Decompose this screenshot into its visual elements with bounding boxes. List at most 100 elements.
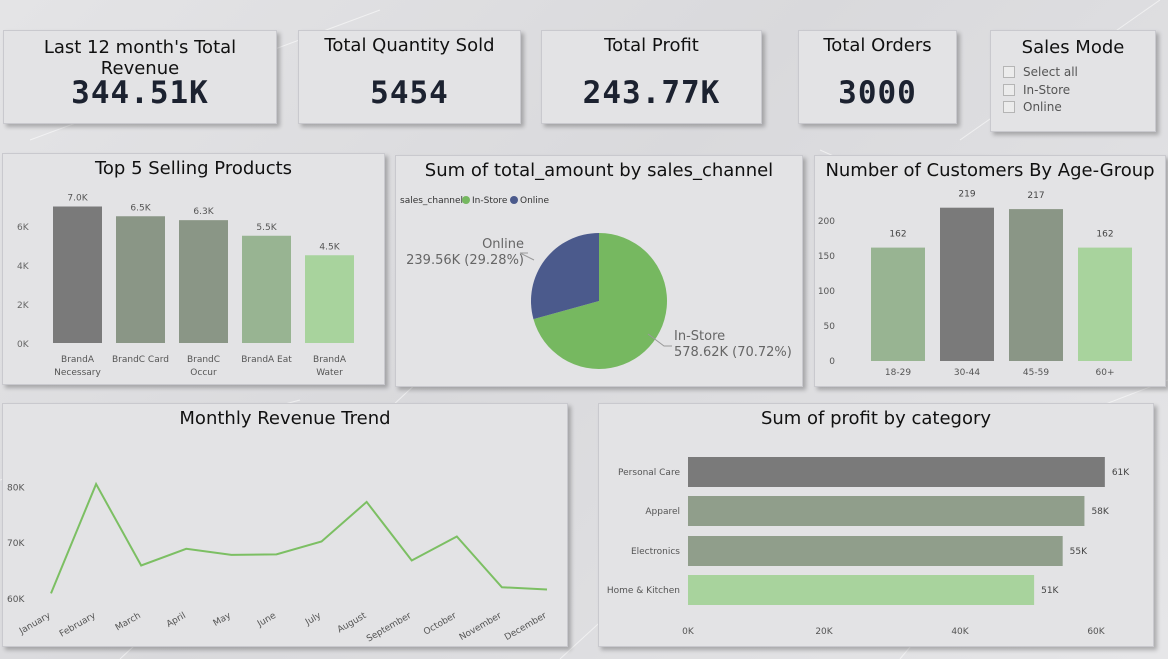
bar	[116, 216, 165, 343]
data-label: 51K	[1041, 586, 1059, 596]
top5-products-chart: 0K 2K 4K 6K 7.0K BrandA Necessary 6.5K BrandC Ca…	[17, 194, 354, 378]
monthly-revenue-chart-card: Monthly Revenue Trend 60K 70K 80K January Fe…	[2, 403, 568, 647]
sales-channel-chart-card: Sum of total_amount by sales_channel sal…	[395, 155, 803, 387]
y-tick-label: 200	[818, 217, 835, 227]
profit-category-bar-chart: Personal Care 61K Apparel 58K Electronics 55K…	[607, 457, 1130, 637]
slice-label: 239.56K (29.28%)	[406, 253, 524, 268]
checkbox-icon[interactable]	[1003, 66, 1015, 78]
kpi-title: Last 12 month's Total Revenue	[43, 37, 237, 79]
x-tick-label: Water	[316, 368, 343, 378]
checkbox-icon[interactable]	[1003, 101, 1015, 113]
top5-products-chart-card: Top 5 Selling Products 0K 2K 4K 6K 7.0K Brand…	[2, 153, 385, 385]
kpi-card-quantity: Total Quantity Sold 5454	[298, 30, 521, 124]
x-tick-label: BrandA	[61, 355, 95, 365]
sales-channel-pie-chart: sales_channel In-Store OnlineIn-Store578.6…	[400, 196, 792, 369]
kpi-value: 243.77K	[582, 75, 721, 111]
y-tick-label: 0K	[17, 340, 30, 350]
bar	[871, 247, 925, 361]
y-tick-label: Electronics	[631, 547, 680, 557]
y-tick-label: 100	[818, 287, 835, 297]
slicer-option-label: In-Store	[1023, 83, 1071, 97]
x-tick-label: BrandA	[313, 355, 347, 365]
x-tick-label: June	[255, 611, 278, 630]
age-group-chart: 0 50 100 150 200 162 18-29 219 30-44 217 45-59 162 6…	[818, 190, 1132, 378]
x-tick-label: 18-29	[885, 368, 911, 378]
bar	[53, 206, 102, 343]
bar	[688, 536, 1063, 566]
sales-mode-slicer: Sales Mode Select all In-Store Online	[990, 30, 1156, 132]
x-tick-label: 0K	[682, 627, 695, 637]
kpi-title: Total Quantity Sold	[324, 35, 495, 56]
bar	[1078, 247, 1132, 361]
data-label: 6.3K	[193, 207, 214, 217]
legend-label: Online	[520, 196, 549, 206]
y-tick-label: 50	[824, 322, 836, 332]
kpi-title: Total Profit	[604, 35, 699, 56]
x-tick-label: Necessary	[54, 368, 101, 378]
slicer-option-in-store[interactable]: In-Store	[1003, 83, 1070, 97]
legend-label: In-Store	[472, 196, 508, 206]
y-tick-label: 2K	[17, 301, 30, 311]
x-tick-label: April	[165, 611, 188, 630]
data-label: 58K	[1091, 507, 1109, 517]
data-label: 162	[889, 230, 906, 240]
x-tick-label: 45-59	[1023, 368, 1049, 378]
x-tick-label: Occur	[190, 368, 217, 378]
x-tick-label: 60+	[1096, 368, 1115, 378]
x-tick-label: March	[114, 611, 143, 633]
kpi-value: 3000	[838, 75, 917, 111]
kpi-title: Total Orders	[823, 35, 932, 56]
legend-marker	[462, 196, 470, 204]
data-label: 6.5K	[130, 203, 151, 213]
data-label: 5.5K	[256, 223, 277, 233]
x-tick-label: August	[336, 611, 369, 636]
x-tick-label: BrandC Card	[112, 355, 169, 365]
y-tick-label: 0	[829, 357, 835, 367]
x-tick-label: December	[503, 611, 549, 643]
x-tick-label: February	[58, 611, 98, 640]
kpi-card-orders: Total Orders 3000	[798, 30, 957, 124]
bar	[1009, 209, 1063, 361]
y-tick-label: 80K	[7, 483, 25, 493]
y-tick-label: 4K	[17, 262, 30, 272]
kpi-card-revenue: Last 12 month's Total Revenue 344.51K	[3, 30, 277, 124]
x-tick-label: BrandA Eat	[241, 355, 292, 365]
slicer-option-select-all[interactable]: Select all	[1003, 65, 1078, 79]
slicer-option-label: Online	[1023, 100, 1062, 114]
data-label: 162	[1096, 230, 1113, 240]
checkbox-icon[interactable]	[1003, 84, 1015, 96]
bar	[305, 255, 354, 343]
bar	[688, 496, 1085, 526]
slicer-option-online[interactable]: Online	[1003, 100, 1062, 114]
revenue-line	[50, 481, 548, 594]
slicer-option-label: Select all	[1023, 65, 1078, 79]
slicer-title: Sales Mode	[1021, 37, 1125, 58]
y-tick-label: Personal Care	[618, 468, 680, 478]
profit-category-chart-card: Sum of profit by category Personal Care 6…	[598, 403, 1154, 647]
x-tick-label: July	[303, 611, 323, 629]
slice-name: In-Store	[674, 329, 725, 344]
bar	[179, 220, 228, 343]
data-label: 219	[958, 190, 975, 200]
x-tick-label: October	[422, 611, 458, 638]
bar	[940, 207, 994, 361]
x-tick-label: May	[212, 611, 234, 629]
bar	[242, 235, 291, 343]
slice-name: Online	[482, 237, 524, 252]
legend-marker	[510, 196, 518, 204]
x-tick-label: September	[365, 611, 413, 645]
x-tick-label: January	[17, 611, 53, 638]
y-tick-label: 60K	[7, 595, 25, 605]
data-label: 55K	[1070, 547, 1088, 557]
data-label: 217	[1027, 191, 1044, 201]
x-tick-label: 40K	[951, 627, 969, 637]
kpi-value: 344.51K	[71, 75, 209, 111]
y-tick-label: 70K	[7, 539, 25, 549]
kpi-card-profit: Total Profit 243.77K	[541, 30, 762, 124]
monthly-revenue-line-chart: 60K 70K 80K January February March April May Jun…	[7, 481, 549, 645]
x-tick-label: 60K	[1087, 627, 1105, 637]
y-tick-label: Apparel	[645, 507, 680, 517]
legend-title: sales_channel	[400, 196, 463, 206]
y-tick-label: 6K	[17, 223, 30, 233]
slice-label: 578.62K (70.72%)	[674, 345, 792, 360]
